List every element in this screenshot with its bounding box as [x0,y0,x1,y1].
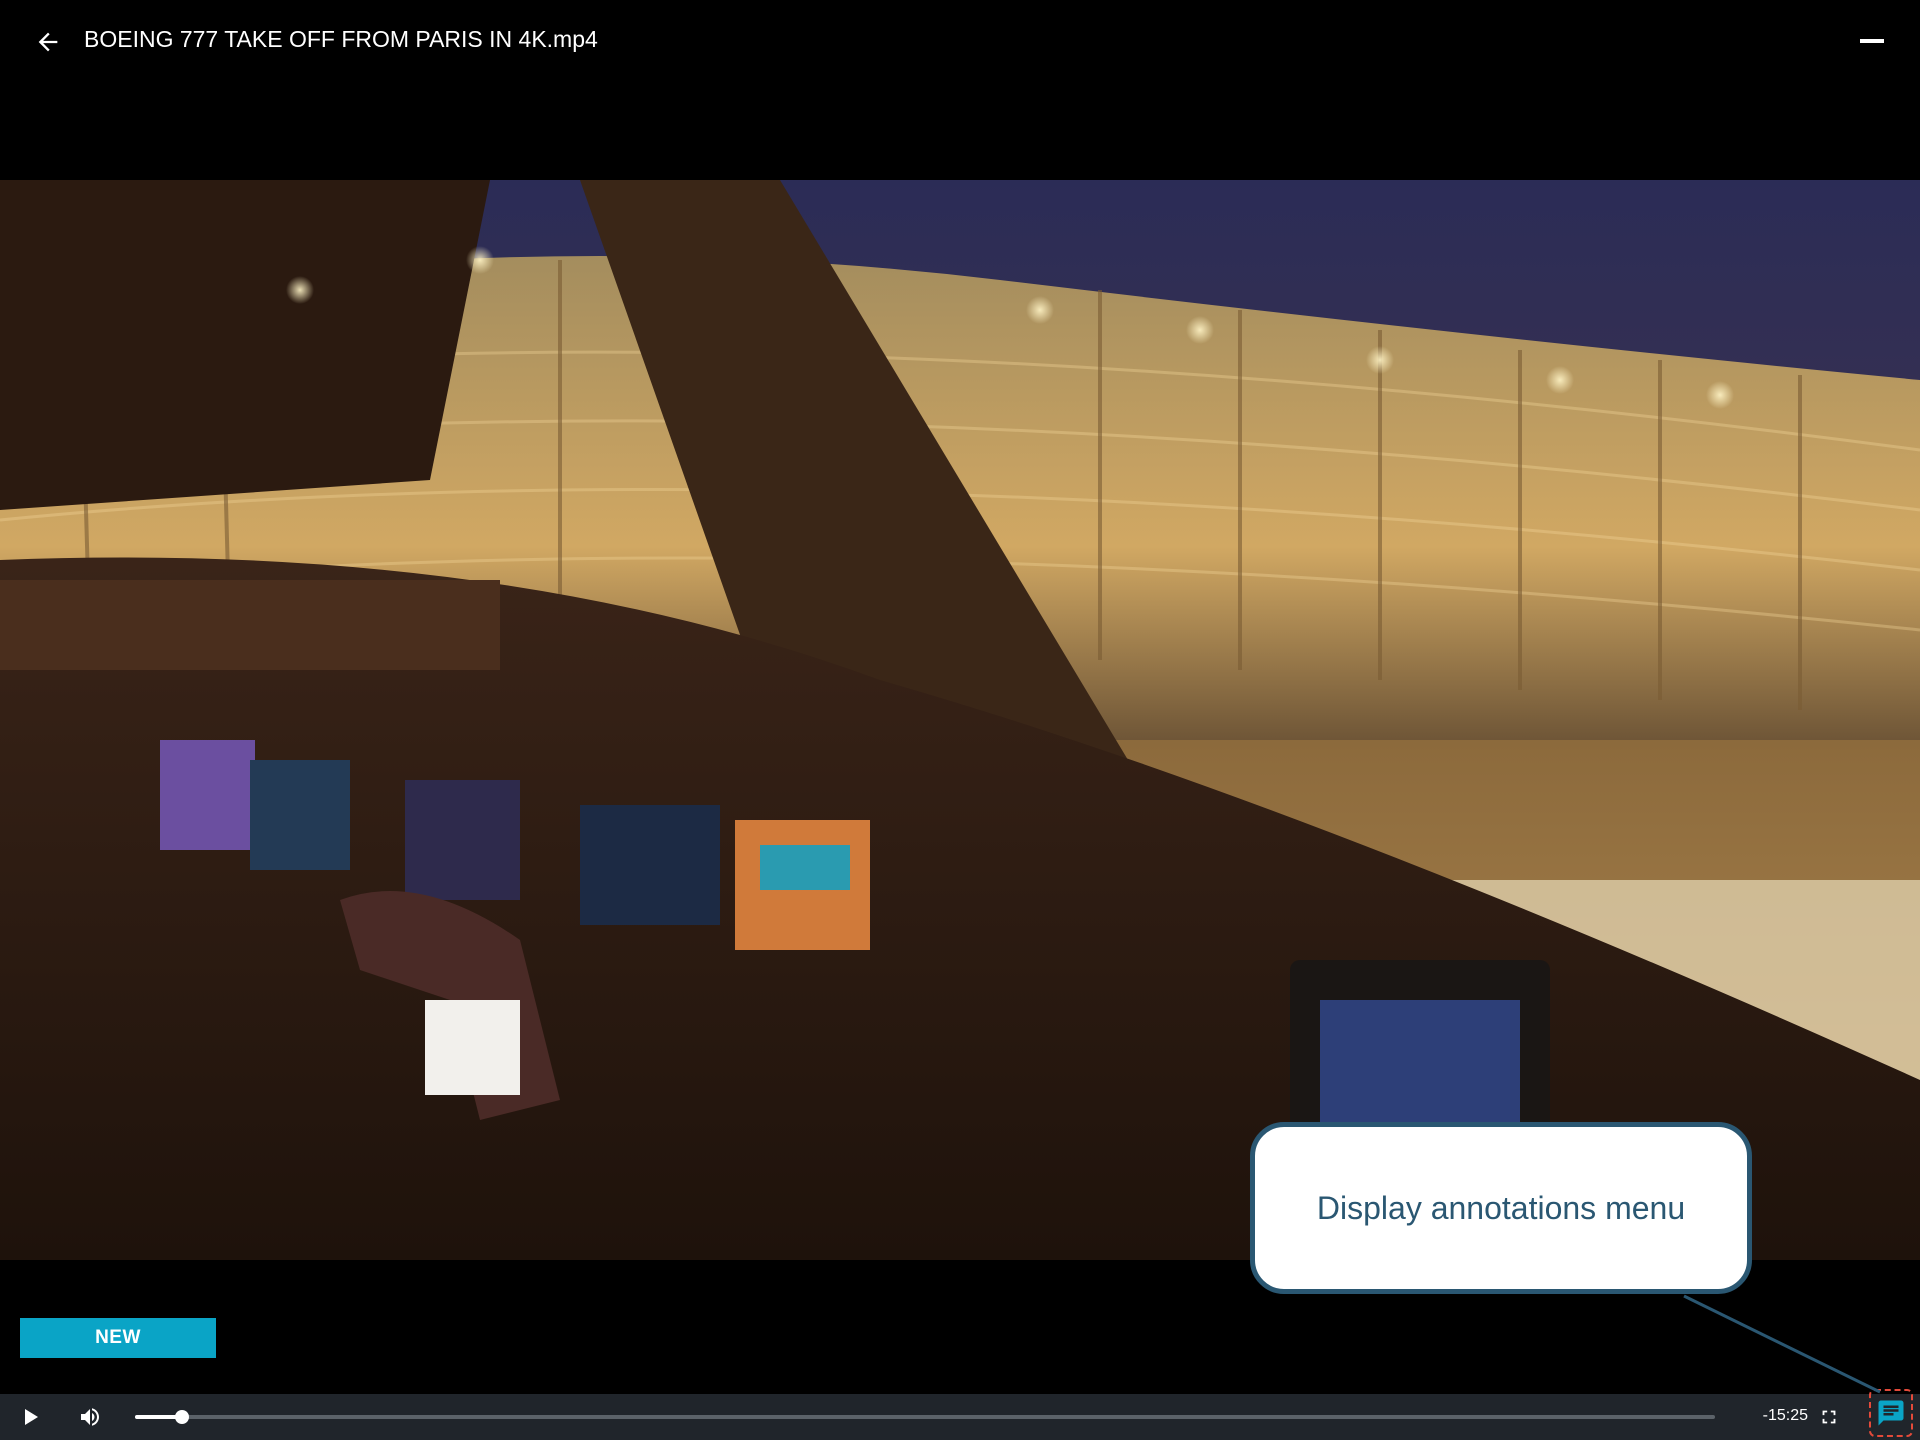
player-controls: -15:25 [0,1394,1920,1440]
top-bar: BOEING 777 TAKE OFF FROM PARIS IN 4K.mp4 [0,0,1920,84]
tooltip-text: Display annotations menu [1316,1189,1686,1226]
progress-thumb[interactable] [175,1410,190,1424]
video-title: BOEING 777 TAKE OFF FROM PARIS IN 4K.mp4 [84,26,598,52]
play-icon [25,1409,38,1425]
progress-track [135,1415,1715,1419]
minimize-icon [1860,39,1884,43]
play-button[interactable] [9,1394,53,1440]
volume-button[interactable] [68,1394,112,1440]
video-scene [0,180,1920,1260]
progress-slider[interactable] [135,1394,1715,1440]
volume-icon [81,1408,99,1426]
chat-icon [1878,1400,1904,1426]
annotations-menu-button[interactable] [1869,1389,1913,1437]
fullscreen-button[interactable] [1807,1394,1851,1440]
annotations-tooltip: Display annotations menu [1250,1122,1752,1294]
video-frame[interactable] [0,180,1920,1260]
arrow-left-icon [38,32,58,52]
back-button[interactable] [28,24,68,60]
time-remaining: -15:25 [1762,1407,1808,1424]
fullscreen-icon [1822,1410,1836,1424]
new-button[interactable]: NEW [20,1318,216,1358]
minimize-button[interactable] [1856,28,1888,54]
